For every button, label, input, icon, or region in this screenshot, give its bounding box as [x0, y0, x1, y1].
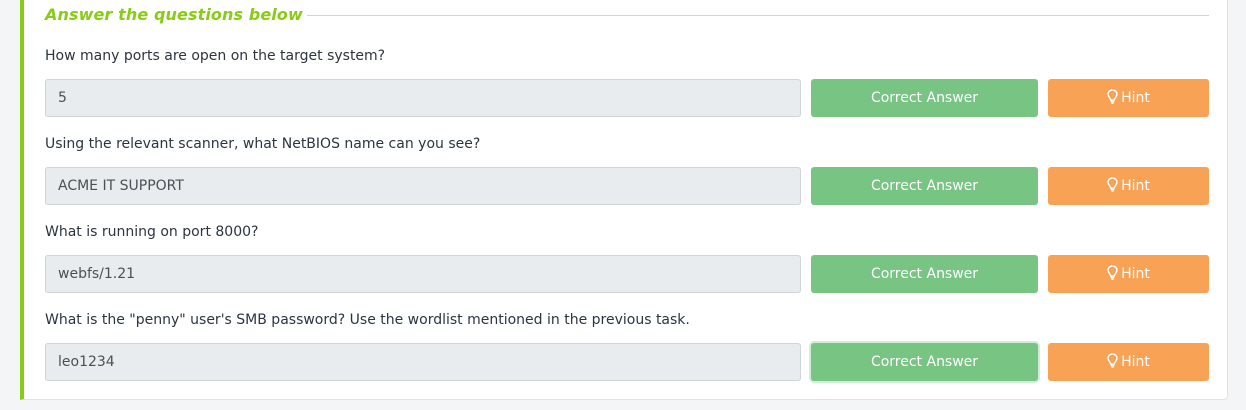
question-4-text: What is the "penny" user's SMB password?… — [45, 312, 690, 328]
correct-answer-4-button[interactable]: Correct Answer — [811, 343, 1038, 381]
lightbulb-icon — [1107, 89, 1118, 104]
hint-4-label: Hint — [1121, 354, 1150, 370]
hint-1-button[interactable]: Hint — [1048, 79, 1209, 117]
answer-3-input[interactable] — [45, 255, 801, 293]
hint-2-label: Hint — [1121, 178, 1150, 194]
hint-2-button[interactable]: Hint — [1048, 167, 1209, 205]
answer-2-input[interactable] — [45, 167, 801, 205]
title-divider — [307, 15, 1209, 16]
correct-answer-1-button[interactable]: Correct Answer — [811, 79, 1038, 117]
correct-answer-2-button[interactable]: Correct Answer — [811, 167, 1038, 205]
correct-answer-3-button[interactable]: Correct Answer — [811, 255, 1038, 293]
lightbulb-icon — [1107, 177, 1118, 192]
section-title: Answer the questions below — [45, 5, 303, 24]
answer-4-input[interactable] — [45, 343, 801, 381]
questions-panel: Answer the questions below How many port… — [20, 0, 1228, 400]
lightbulb-icon — [1107, 353, 1118, 368]
question-1-text: How many ports are open on the target sy… — [45, 48, 386, 64]
hint-1-label: Hint — [1121, 90, 1150, 106]
hint-3-button[interactable]: Hint — [1048, 255, 1209, 293]
hint-3-label: Hint — [1121, 266, 1150, 282]
question-3-text: What is running on port 8000? — [45, 224, 259, 240]
hint-4-button[interactable]: Hint — [1048, 343, 1209, 381]
lightbulb-icon — [1107, 265, 1118, 280]
question-2-text: Using the relevant scanner, what NetBIOS… — [45, 136, 481, 152]
answer-1-input[interactable] — [45, 79, 801, 117]
